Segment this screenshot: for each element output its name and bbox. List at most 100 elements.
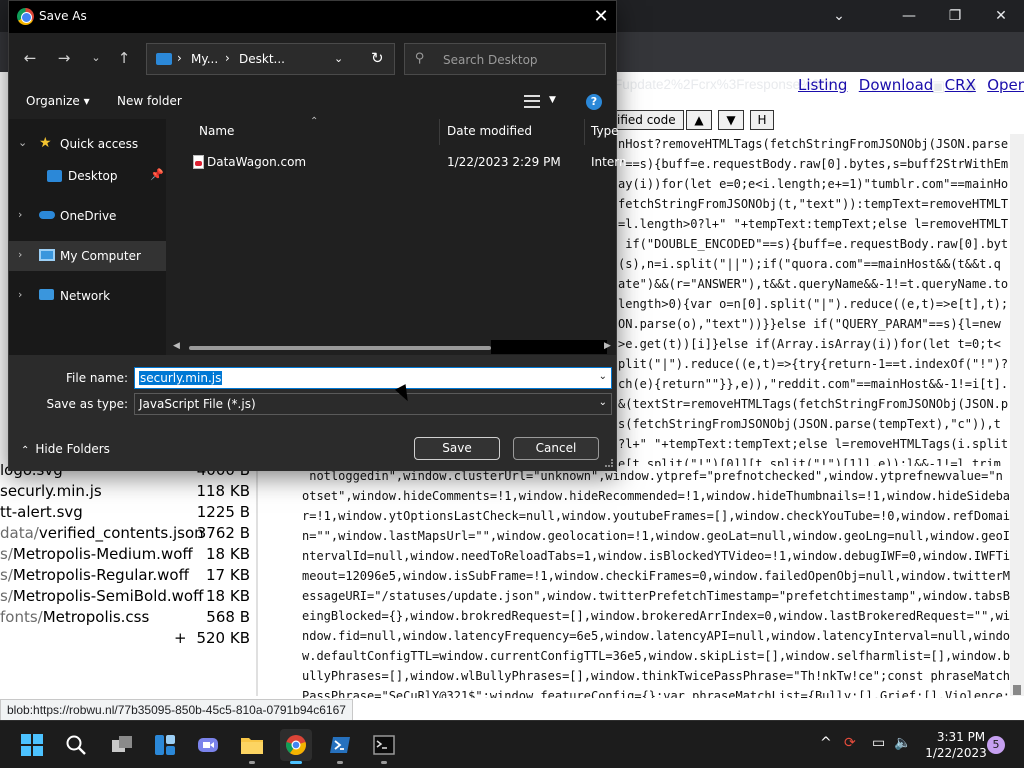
dialog-close-icon[interactable]: ✕ [589, 5, 613, 29]
view-dropdown-caret-icon[interactable]: ▼ [549, 95, 556, 105]
breadcrumb-my-computer[interactable]: My... [191, 52, 218, 66]
nav-item-onedrive[interactable]: › OneDrive [9, 201, 166, 231]
highlight-button[interactable]: H [750, 110, 774, 130]
search-input[interactable] [443, 51, 598, 69]
code-scrollbar-thumb[interactable] [1013, 685, 1021, 695]
save-as-dialog: Save As ✕ ← → ⌄ ↑ › My... › Deskt... ⌄ ↻… [8, 0, 627, 471]
pane-divider[interactable] [256, 464, 258, 696]
display-icon[interactable]: ▭ [872, 735, 885, 751]
start-button[interactable] [16, 729, 48, 761]
column-header-date-modified[interactable]: Date modified [447, 124, 532, 138]
powershell-taskbar-button[interactable] [324, 729, 356, 764]
column-divider[interactable] [439, 119, 440, 145]
tab-list-chevron-icon[interactable]: ⌄ [816, 4, 862, 28]
file-name-field[interactable]: securly.min.js ⌄ [134, 367, 612, 389]
address-dropdown-icon[interactable]: ⌄ [334, 52, 343, 65]
minimize-button[interactable]: — [886, 4, 932, 28]
chrome-taskbar-button[interactable] [280, 729, 312, 764]
save-button[interactable]: Save [414, 437, 500, 460]
horizontal-scrollbar[interactable]: ◀ ▶ [167, 340, 616, 354]
crx-link[interactable]: CRX [945, 76, 976, 94]
file-name-dropdown-icon[interactable]: ⌄ [599, 371, 607, 382]
view-options-icon[interactable] [524, 95, 540, 108]
restore-button[interactable]: ❐ [932, 4, 978, 28]
file-size: 568 B [206, 608, 250, 626]
clock-time[interactable]: 3:31 PM [933, 730, 989, 744]
notification-count-badge[interactable]: 5 [987, 736, 1005, 754]
file-name-value[interactable]: securly.min.js [139, 371, 223, 385]
recent-locations-chevron-icon[interactable]: ⌄ [85, 47, 107, 69]
code-scrollbar[interactable] [1010, 134, 1024, 696]
show-hidden-icons-chevron-icon[interactable]: ^ [820, 735, 832, 751]
running-indicator [249, 761, 255, 764]
widgets-button[interactable] [149, 729, 181, 761]
code-line: ON.parse(o),"text"))}}else if("QUERY_PAR… [618, 317, 1009, 331]
next-match-button[interactable]: ▼ [718, 110, 744, 130]
expand-caret-icon[interactable]: › [18, 248, 22, 261]
extension-file-row[interactable]: s/Metropolis-Regular.woff 17 KB [0, 565, 252, 586]
open-link[interactable]: Open [987, 76, 1024, 94]
chrome-logo-icon [286, 735, 306, 755]
expand-caret-icon[interactable]: › [18, 208, 22, 221]
scroll-right-icon[interactable]: ▶ [604, 341, 611, 351]
nav-item-my-computer[interactable]: › My Computer [9, 241, 166, 271]
file-path[interactable]: s/Metropolis-SemiBold.woff [0, 586, 203, 607]
extension-file-row[interactable]: securly.min.js 118 KB [0, 481, 252, 502]
file-path[interactable]: fonts/Metropolis.css [0, 607, 149, 628]
extension-file-row[interactable]: fonts/Metropolis.css 568 B [0, 607, 252, 628]
extension-file-row[interactable]: s/Metropolis-Medium.woff 18 KB [0, 544, 252, 565]
save-as-type-label: Save as type: [46, 397, 128, 411]
download-link[interactable]: Download [859, 76, 934, 94]
terminal-taskbar-button[interactable] [368, 729, 400, 764]
back-arrow-icon[interactable]: ← [19, 47, 41, 69]
volume-icon[interactable]: 🔈 [894, 735, 911, 751]
hide-folders-button[interactable]: ⌃ Hide Folders [21, 442, 110, 456]
nav-item-quick-access[interactable]: ⌄ ★ Quick access [9, 129, 166, 159]
scroll-left-icon[interactable]: ◀ [173, 341, 180, 351]
dialog-title: Save As [39, 9, 87, 23]
code-line: eingBlocked={},window.brokredRequest=[],… [302, 609, 1010, 623]
file-path[interactable]: s/Metropolis-Medium.woff [0, 544, 193, 565]
help-icon[interactable]: ? [586, 94, 602, 110]
listing-link[interactable]: Listing [798, 76, 847, 94]
clock-date[interactable]: 1/22/2023 [923, 746, 989, 760]
search-taskbar-button[interactable] [60, 729, 92, 761]
new-folder-button[interactable]: New folder [117, 94, 182, 108]
column-header-name[interactable]: Name [199, 124, 234, 138]
search-box[interactable]: ⚲ [404, 43, 606, 75]
file-path[interactable]: s/Metropolis-Regular.woff [0, 565, 189, 586]
pin-icon[interactable]: 📌 [150, 168, 164, 181]
nav-item-network[interactable]: › Network [9, 281, 166, 311]
file-explorer-button[interactable] [236, 729, 268, 764]
save-as-type-dropdown-icon[interactable]: ⌄ [599, 397, 607, 408]
close-window-button[interactable]: ✕ [978, 4, 1024, 28]
breadcrumb-desktop[interactable]: Deskt... [239, 52, 285, 66]
extension-file-row[interactable]: s/Metropolis-SemiBold.woff 18 KB [0, 586, 252, 607]
up-arrow-icon[interactable]: ↑ [113, 47, 135, 69]
horizontal-scrollbar-thumb[interactable] [189, 346, 491, 350]
expand-caret-icon[interactable]: ⌄ [18, 136, 27, 149]
extension-file-row[interactable]: data/verified_contents.json 3762 B [0, 523, 252, 544]
organize-button[interactable]: Organize ▾ [26, 94, 90, 108]
file-row[interactable]: DataWagon.com 1/22/2023 2:29 PM Intern [167, 149, 627, 175]
cancel-button[interactable]: Cancel [513, 437, 599, 460]
prev-match-button[interactable]: ▲ [686, 110, 712, 130]
address-bar[interactable]: › My... › Deskt... ⌄ ↻ [146, 43, 395, 75]
column-header-type[interactable]: Type [591, 124, 619, 138]
extension-file-row[interactable]: tt-alert.svg 1225 B [0, 502, 252, 523]
network-icon [39, 289, 54, 300]
file-path[interactable]: securly.min.js [0, 481, 102, 502]
save-as-type-select[interactable]: JavaScript File (*.js) ⌄ [134, 393, 612, 415]
column-divider[interactable] [584, 119, 585, 145]
expand-caret-icon[interactable]: › [18, 288, 22, 301]
update-sync-icon[interactable]: ⟳ [844, 735, 856, 751]
file-path[interactable]: tt-alert.svg [0, 502, 83, 523]
file-path[interactable]: data/verified_contents.json [0, 523, 204, 544]
nav-item-desktop[interactable]: Desktop 📌 [9, 161, 166, 191]
task-view-button[interactable] [106, 729, 138, 761]
beautify-toggle[interactable]: ified code [612, 110, 684, 130]
teams-chat-button[interactable] [192, 729, 224, 761]
forward-arrow-icon[interactable]: → [53, 47, 75, 69]
resize-grip-icon[interactable] [605, 459, 613, 467]
refresh-icon[interactable]: ↻ [371, 49, 384, 67]
